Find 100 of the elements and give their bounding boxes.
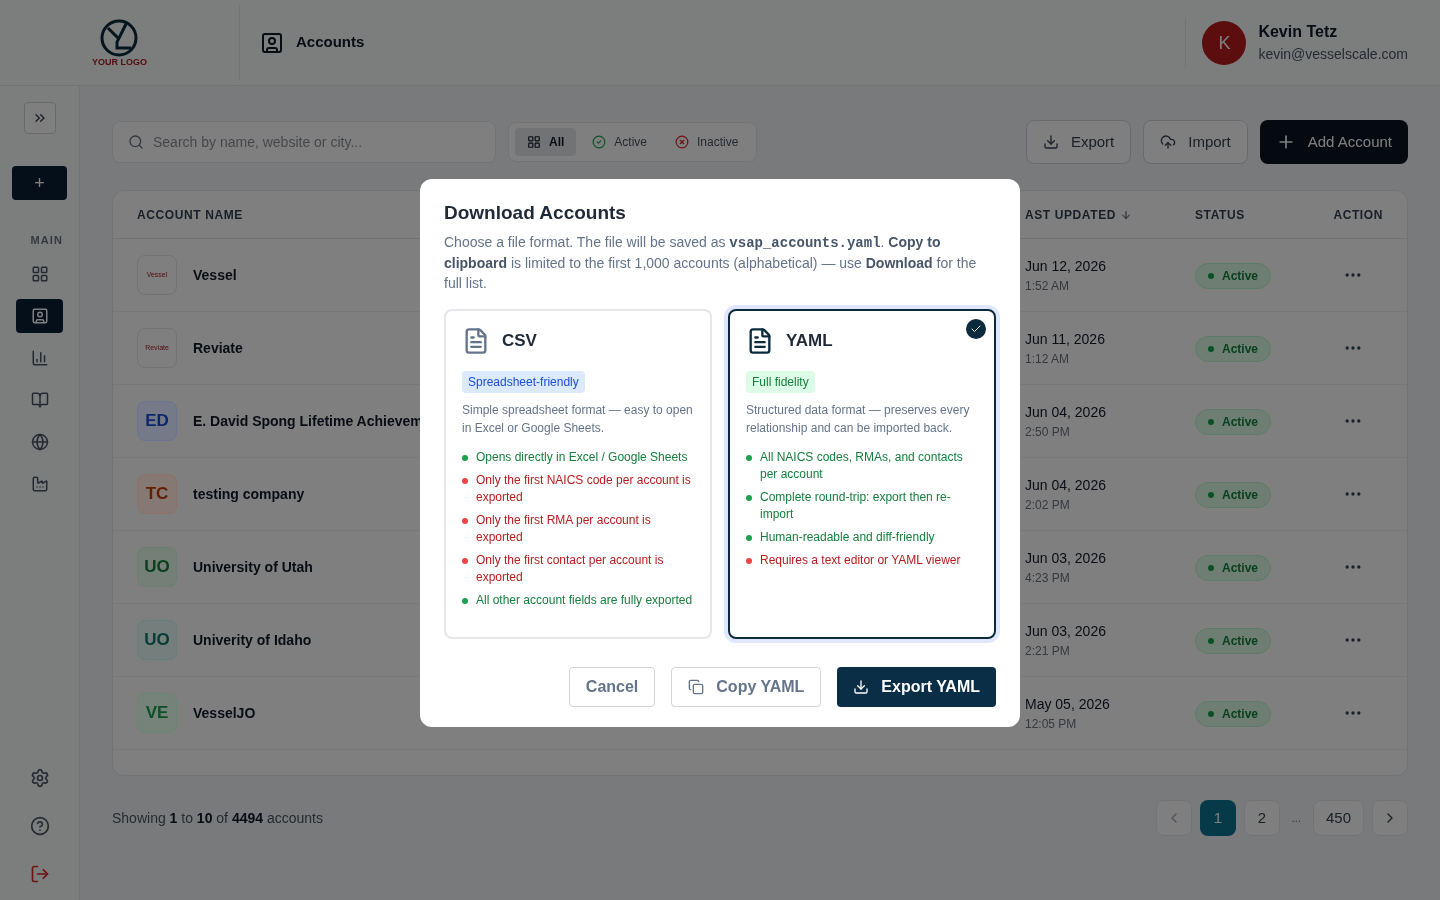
dialog-title: Download Accounts <box>444 201 627 225</box>
account-avatar: VE <box>137 693 177 733</box>
grid-icon <box>30 264 49 283</box>
format-title: YAML <box>786 329 833 352</box>
filter-tab[interactable]: Inactive <box>663 128 751 156</box>
updated-date: Jun 04, 2026 <box>1025 475 1107 495</box>
status-badge: Active <box>1195 700 1272 727</box>
page-title: Accounts <box>296 32 365 53</box>
results-summary: Showing 1 to 10 of 4494 accounts <box>112 808 323 828</box>
user-name: Kevin Tetz <box>1258 22 1339 42</box>
updated-time: 2:21 PM <box>1025 642 1071 660</box>
page-button[interactable]: 450 <box>1312 800 1364 836</box>
copy-icon <box>688 678 705 695</box>
account-avatar: ED <box>137 401 177 441</box>
page-button[interactable]: 1 <box>1199 800 1236 836</box>
search-field[interactable]: Search by name, website or city... <box>112 121 496 163</box>
filter-tab[interactable]: Active <box>580 128 660 156</box>
account-name[interactable]: University of Utah <box>193 556 313 578</box>
feature-bullet-icon <box>746 557 752 564</box>
feature-text: Complete round-trip: export then re-import <box>760 488 952 523</box>
sidebar-item[interactable] <box>16 298 63 333</box>
chart-icon <box>30 348 49 367</box>
status-badge: Active <box>1195 262 1272 289</box>
add-account-button[interactable]: Add Account <box>1259 120 1408 164</box>
add-button[interactable]: + <box>12 166 67 200</box>
filter-tab[interactable]: All <box>515 128 577 156</box>
feature-text: All NAICS codes, RMAs, and contacts per account <box>760 448 964 483</box>
column-header: AST UPDATED <box>1025 206 1117 224</box>
feature-text: All other account fields are fully exported <box>476 591 693 609</box>
format-tag: Full fidelity <box>746 370 815 393</box>
status-badge: Active <box>1195 627 1272 654</box>
user-email: kevin@vesselscale.com <box>1258 45 1408 64</box>
grid-icon <box>527 135 541 149</box>
column-header: ACCOUNT NAME <box>137 206 243 224</box>
account-name[interactable]: testing company <box>193 483 305 505</box>
format-tag: Spreadsheet-friendly <box>462 370 585 393</box>
updated-time: 1:12 AM <box>1025 350 1071 368</box>
export-button[interactable]: Export <box>1025 120 1132 164</box>
feature-bullet-icon <box>462 557 468 564</box>
user-avatar[interactable]: K <box>1202 20 1247 65</box>
updated-time: 12:05 PM <box>1025 715 1078 733</box>
updated-date: Jun 04, 2026 <box>1025 402 1107 422</box>
column-header: ACTION <box>1333 206 1383 224</box>
feature-text: Only the first NAICS code per account is exported <box>476 471 692 506</box>
feature-text: Only the first RMA per account is exported <box>476 511 652 546</box>
status-badge: Active <box>1195 554 1272 581</box>
import-button[interactable]: Import <box>1143 120 1248 164</box>
account-avatar: UO <box>137 547 177 587</box>
updated-time: 2:02 PM <box>1025 496 1071 514</box>
format-description: Structured data format — preserves every relationship and can be imported back. <box>746 401 971 437</box>
copy-yaml-button[interactable]: Copy YAML <box>671 666 822 707</box>
section-label: MAIN <box>30 233 64 248</box>
account-name[interactable]: Vessel <box>193 264 237 286</box>
cloud-upload-icon <box>1160 134 1177 150</box>
contact-icon <box>30 306 49 325</box>
feature-text: Requires a text editor or YAML viewer <box>760 551 961 569</box>
feature-bullet-icon <box>746 454 752 461</box>
updated-date: Jun 12, 2026 <box>1025 256 1107 276</box>
feature-text: Opens directly in Excel / Google Sheets <box>476 448 688 466</box>
updated-time: 1:52 AM <box>1025 277 1071 295</box>
feature-bullet-icon <box>462 477 468 484</box>
feature-text: Human-readable and diff-friendly <box>760 528 935 546</box>
feature-bullet-icon <box>462 597 468 604</box>
factory-icon <box>30 474 49 493</box>
format-title: CSV <box>502 329 537 352</box>
column-header: STATUS <box>1195 206 1245 224</box>
sort-arrow-icon[interactable] <box>1120 208 1133 221</box>
logout-icon[interactable] <box>29 864 50 884</box>
logo-text: YOUR LOGO <box>92 58 147 67</box>
check-circle-icon <box>592 135 607 149</box>
help-icon[interactable] <box>29 816 50 836</box>
updated-date: Jun 03, 2026 <box>1025 548 1107 568</box>
dialog-description: Choose a file format. The file will be saved as vsap_accounts.yaml. Copy to clipboard is limited to the first 1,000 accounts (alphabetical) — use Download for the full list. <box>444 232 978 293</box>
updated-date: May 05, 2026 <box>1025 694 1111 714</box>
logo-icon <box>99 18 140 58</box>
x-circle-icon <box>675 135 690 149</box>
status-badge: Active <box>1195 481 1272 508</box>
feature-bullet-icon <box>462 454 468 461</box>
settings-icon[interactable] <box>29 768 50 788</box>
page-ellipsis: ... <box>1290 810 1302 826</box>
account-avatar: UO <box>137 620 177 660</box>
feature-bullet-icon <box>746 534 752 541</box>
globe-icon <box>30 432 49 451</box>
updated-time: 4:23 PM <box>1025 569 1071 587</box>
download-icon <box>853 678 870 695</box>
export-yaml-button[interactable]: Export YAML <box>837 666 996 707</box>
format-description: Simple spreadsheet format — easy to open in Excel or Google Sheets. <box>462 401 694 437</box>
account-name[interactable]: Reviate <box>193 337 243 359</box>
contact-icon <box>260 30 284 55</box>
expand-sidebar-button[interactable] <box>23 102 56 134</box>
status-badge: Active <box>1195 335 1272 362</box>
check-icon <box>966 318 986 339</box>
updated-time: 2:50 PM <box>1025 423 1071 441</box>
download-icon <box>1042 134 1059 150</box>
cancel-button[interactable]: Cancel <box>568 666 656 707</box>
account-name[interactable]: VesselJO <box>193 702 256 724</box>
updated-date: Jun 11, 2026 <box>1025 329 1106 349</box>
page-button[interactable]: 2 <box>1243 800 1280 836</box>
feature-text: Only the first contact per account is exported <box>476 551 665 586</box>
account-name[interactable]: Univerity of Idaho <box>193 629 312 651</box>
